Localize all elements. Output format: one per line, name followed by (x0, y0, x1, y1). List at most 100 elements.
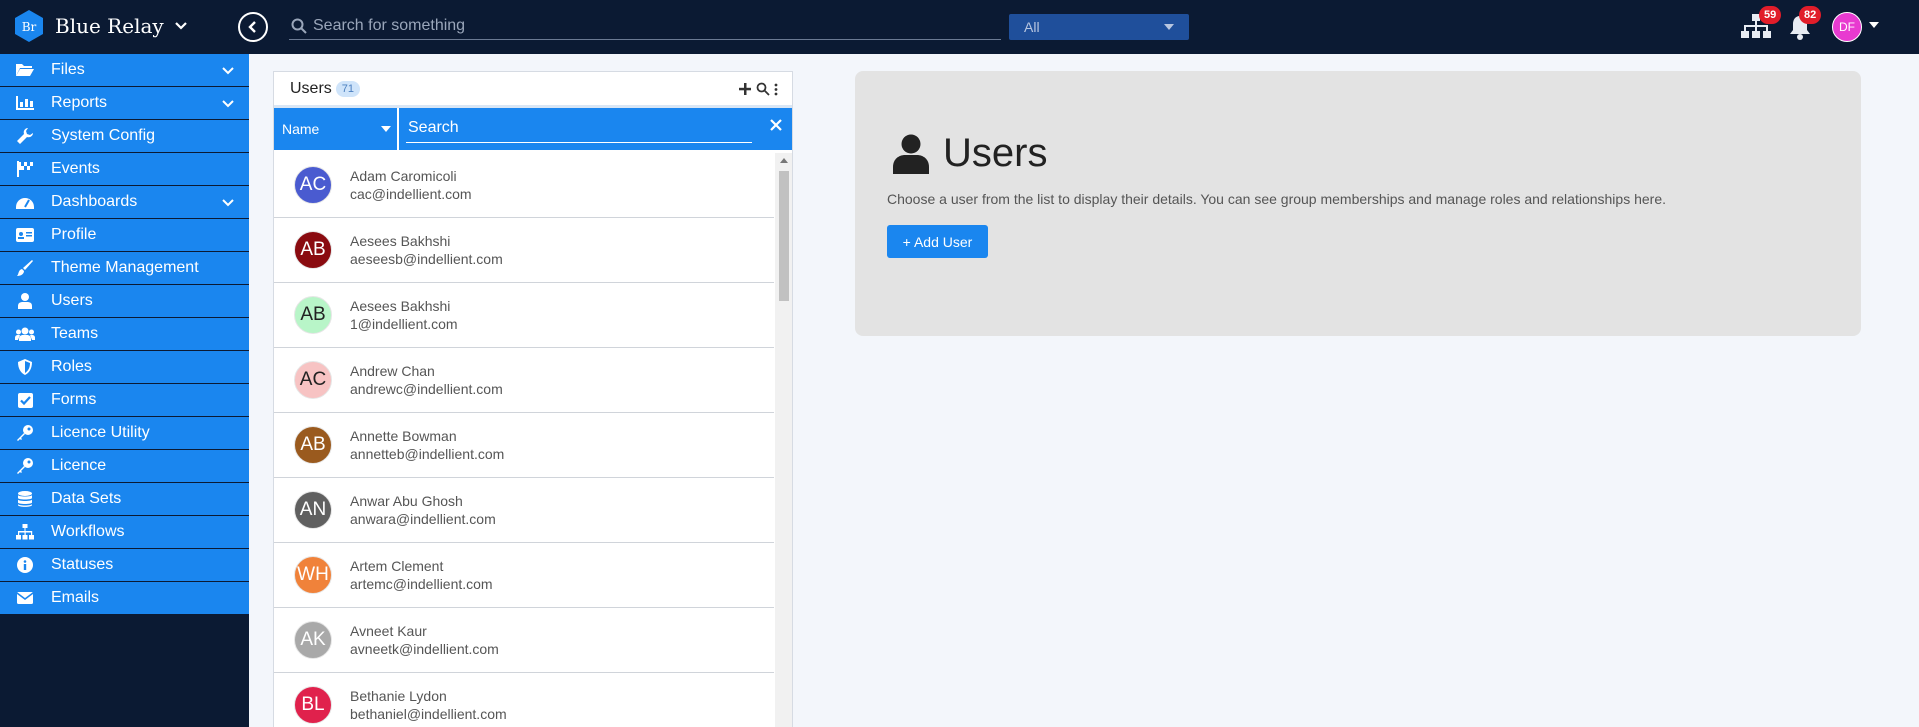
user-list-item[interactable]: AC Andrew Chan andrewc@indellient.com (274, 348, 774, 413)
global-search-input[interactable] (289, 16, 1001, 35)
sidebar-item-statuses[interactable]: Statuses (0, 549, 249, 582)
sidebar-item-licence[interactable]: Licence (0, 450, 249, 483)
caret-down-icon[interactable] (1869, 22, 1879, 28)
avatar: AB (294, 296, 332, 334)
user-avatar-button[interactable]: DF (1832, 12, 1862, 42)
sidebar-item-teams[interactable]: Teams (0, 318, 249, 351)
sitemap-icon (15, 524, 35, 540)
bar-chart-icon (15, 95, 35, 111)
user-list-item[interactable]: AB Aesees Bakhshi 1@indellient.com (274, 283, 774, 348)
sidebar-item-files[interactable]: Files (0, 54, 249, 87)
chevron-down-icon (222, 199, 234, 207)
users-list-scrollbar[interactable] (775, 153, 792, 727)
user-initials: DF (1839, 20, 1855, 34)
user-email: aeseesb@indellient.com (350, 251, 503, 267)
user-list-item[interactable]: AK Avneet Kaur avneetk@indellient.com (274, 608, 774, 673)
sidebar-item-label: Data Sets (51, 490, 122, 507)
notifications-badge: 82 (1799, 6, 1822, 24)
detail-description: Choose a user from the list to display t… (887, 191, 1667, 207)
sidebar: Files Reports System Config Events Dashboard… (0, 54, 249, 727)
search-scope-value: All (1024, 19, 1040, 35)
sidebar-item-theme-management[interactable]: Theme Management (0, 252, 249, 285)
user-email: andrewc@indellient.com (350, 381, 503, 397)
user-list-item[interactable]: AN Anwar Abu Ghosh anwara@indellient.com (274, 478, 774, 543)
users-panel: Users 71 Name AC Adam Caromicoli cac@indel… (273, 71, 793, 727)
id-card-icon (15, 227, 35, 243)
user-list-item[interactable]: WH Artem Clement artemc@indellient.com (274, 543, 774, 608)
sidebar-item-licence-utility[interactable]: Licence Utility (0, 417, 249, 450)
sidebar-item-users[interactable]: Users (0, 285, 249, 318)
user-list-item[interactable]: AB Annette Bowman annetteb@indellient.com (274, 413, 774, 478)
key-icon (15, 458, 35, 474)
sidebar-item-forms[interactable]: Forms (0, 384, 249, 417)
user-name: Adam Caromicoli (350, 168, 457, 184)
gauge-icon (15, 194, 35, 210)
user-email: artemc@indellient.com (350, 576, 493, 592)
envelope-icon (15, 590, 35, 606)
add-icon[interactable] (738, 82, 752, 96)
sidebar-item-roles[interactable]: Roles (0, 351, 249, 384)
network-badge: 59 (1759, 6, 1782, 24)
user-email: anwara@indellient.com (350, 511, 496, 527)
global-search (289, 12, 1001, 40)
users-list: AC Adam Caromicoli cac@indellient.com AB Aes… (274, 153, 774, 727)
brand-logo-icon: Br (15, 10, 43, 42)
avatar-initials: AC (299, 174, 327, 195)
scroll-up-icon[interactable] (780, 158, 788, 163)
user-email: annetteb@indellient.com (350, 446, 505, 462)
sidebar-item-data-sets[interactable]: Data Sets (0, 483, 249, 516)
sidebar-item-label: Profile (51, 226, 97, 243)
avatar-initials: WH (297, 564, 329, 585)
users-count-badge: 71 (335, 80, 361, 97)
avatar-initials: AB (300, 239, 326, 260)
user-list-item[interactable]: AC Adam Caromicoli cac@indellient.com (274, 153, 774, 218)
sidebar-item-label: Roles (51, 358, 92, 375)
collapse-sidebar-button[interactable] (238, 12, 268, 42)
scroll-thumb[interactable] (779, 171, 789, 301)
caret-down-icon (1164, 24, 1174, 30)
user-list-item[interactable]: AB Aesees Bakhshi aeseesb@indellient.com (274, 218, 774, 283)
svg-text:Br: Br (22, 20, 37, 34)
chevron-down-icon (222, 67, 234, 75)
sidebar-item-label: System Config (51, 127, 156, 144)
sidebar-item-label: Licence (51, 457, 107, 474)
users-search-input[interactable] (406, 115, 752, 141)
user-name: Aesees Bakhshi (350, 298, 451, 314)
sidebar-item-workflows[interactable]: Workflows (0, 516, 249, 549)
more-vertical-icon[interactable] (774, 82, 778, 96)
caret-down-icon (381, 126, 391, 132)
sidebar-item-label: Workflows (51, 523, 125, 540)
user-name: Bethanie Lydon (350, 688, 447, 704)
close-icon[interactable] (770, 119, 782, 131)
sidebar-item-label: Statuses (51, 556, 114, 573)
sidebar-item-events[interactable]: Events (0, 153, 249, 186)
sidebar-item-emails[interactable]: Emails (0, 582, 249, 615)
sidebar-item-label: Files (51, 61, 85, 78)
chevron-down-icon (222, 100, 234, 108)
search-scope-select[interactable]: All (1009, 14, 1189, 40)
sidebar-item-label: Reports (51, 94, 108, 111)
avatar-initials: BL (301, 694, 325, 715)
folder-open-icon (15, 62, 35, 78)
sidebar-item-system-config[interactable]: System Config (0, 120, 249, 153)
avatar-initials: AC (299, 369, 327, 390)
user-email: cac@indellient.com (350, 186, 472, 202)
user-detail-placeholder: Users Choose a user from the list to dis… (855, 71, 1861, 336)
search-icon[interactable] (756, 82, 770, 96)
avatar-initials: AB (300, 304, 326, 325)
users-panel-header: Users 71 (274, 72, 792, 108)
paint-brush-icon (15, 260, 35, 276)
user-name: Anwar Abu Ghosh (350, 493, 463, 509)
user-email: avneetk@indellient.com (350, 641, 499, 657)
shield-icon (15, 359, 35, 375)
sidebar-item-reports[interactable]: Reports (0, 87, 249, 120)
add-user-button[interactable]: + Add User (887, 225, 988, 258)
sidebar-item-profile[interactable]: Profile (0, 219, 249, 252)
users-panel-title: Users (290, 79, 332, 97)
filter-field-select[interactable]: Name (274, 108, 399, 150)
brand-menu[interactable]: Br Blue Relay (12, 9, 188, 43)
filter-field-value: Name (282, 121, 320, 137)
user-list-item[interactable]: BL Bethanie Lydon bethaniel@indellient.com (274, 673, 774, 727)
users-icon (15, 326, 35, 342)
sidebar-item-dashboards[interactable]: Dashboards (0, 186, 249, 219)
